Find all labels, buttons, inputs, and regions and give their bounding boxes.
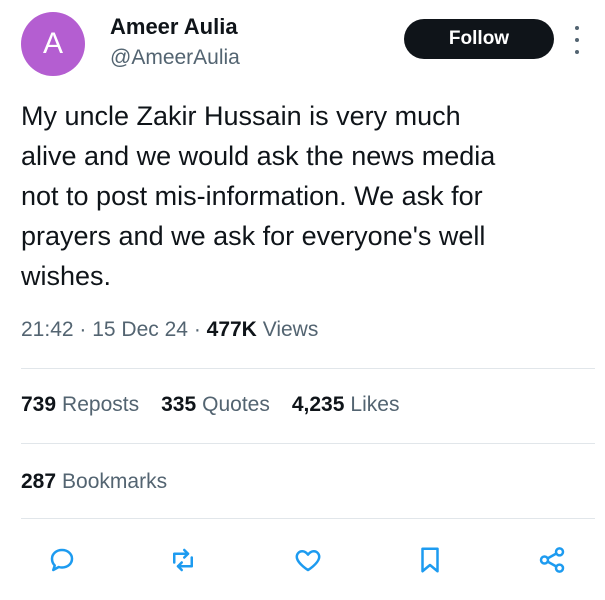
meta-separator: · [193,318,207,341]
likes-label: Likes [350,393,400,416]
tweet-time[interactable]: 21:42 [21,318,74,341]
bookmarks-label: Bookmarks [62,470,168,493]
divider [21,443,595,444]
repost-icon [173,548,193,572]
reposts-count: 739 [21,393,57,416]
reposts-stat[interactable]: 739 Reposts [21,393,139,417]
reply-icon [50,548,74,572]
reply-button[interactable] [40,538,84,582]
likes-count: 4,235 [291,393,345,416]
avatar-letter: A [42,27,63,60]
share-icon [539,547,565,573]
more-options-icon[interactable] [570,26,584,54]
like-icon [295,550,321,572]
tweet-meta: 21:42 · 15 Dec 24 · 477K Views [21,318,318,342]
engagement-stats: 739 Reposts 335 Quotes 4,235 Likes [21,393,399,417]
reposts-label: Reposts [62,393,140,416]
meta-separator: · [79,318,93,341]
quotes-count: 335 [161,393,197,416]
tweet-text: My uncle Zakir Hussain is very much aliv… [21,101,496,291]
author-handle[interactable]: @AmeerAulia [110,46,240,70]
bookmark-icon [421,547,439,573]
bookmark-button[interactable] [408,538,452,582]
divider [21,518,595,519]
divider [21,368,595,369]
action-bar [0,538,605,582]
repost-button[interactable] [161,538,205,582]
tweet-date[interactable]: 15 Dec 24 [92,318,188,341]
avatar[interactable]: A [21,12,85,76]
author-name[interactable]: Ameer Aulia [110,14,238,40]
bookmarks-stat[interactable]: 287 Bookmarks [21,470,167,494]
likes-stat[interactable]: 4,235 Likes [292,393,400,417]
views-label: Views [262,318,319,341]
share-button[interactable] [530,538,574,582]
quotes-stat[interactable]: 335 Quotes [161,393,270,417]
like-button[interactable] [286,538,330,582]
bookmarks-count: 287 [21,470,57,493]
views-count: 477K [206,318,257,341]
follow-button[interactable]: Follow [404,19,554,59]
quotes-label: Quotes [202,393,270,416]
